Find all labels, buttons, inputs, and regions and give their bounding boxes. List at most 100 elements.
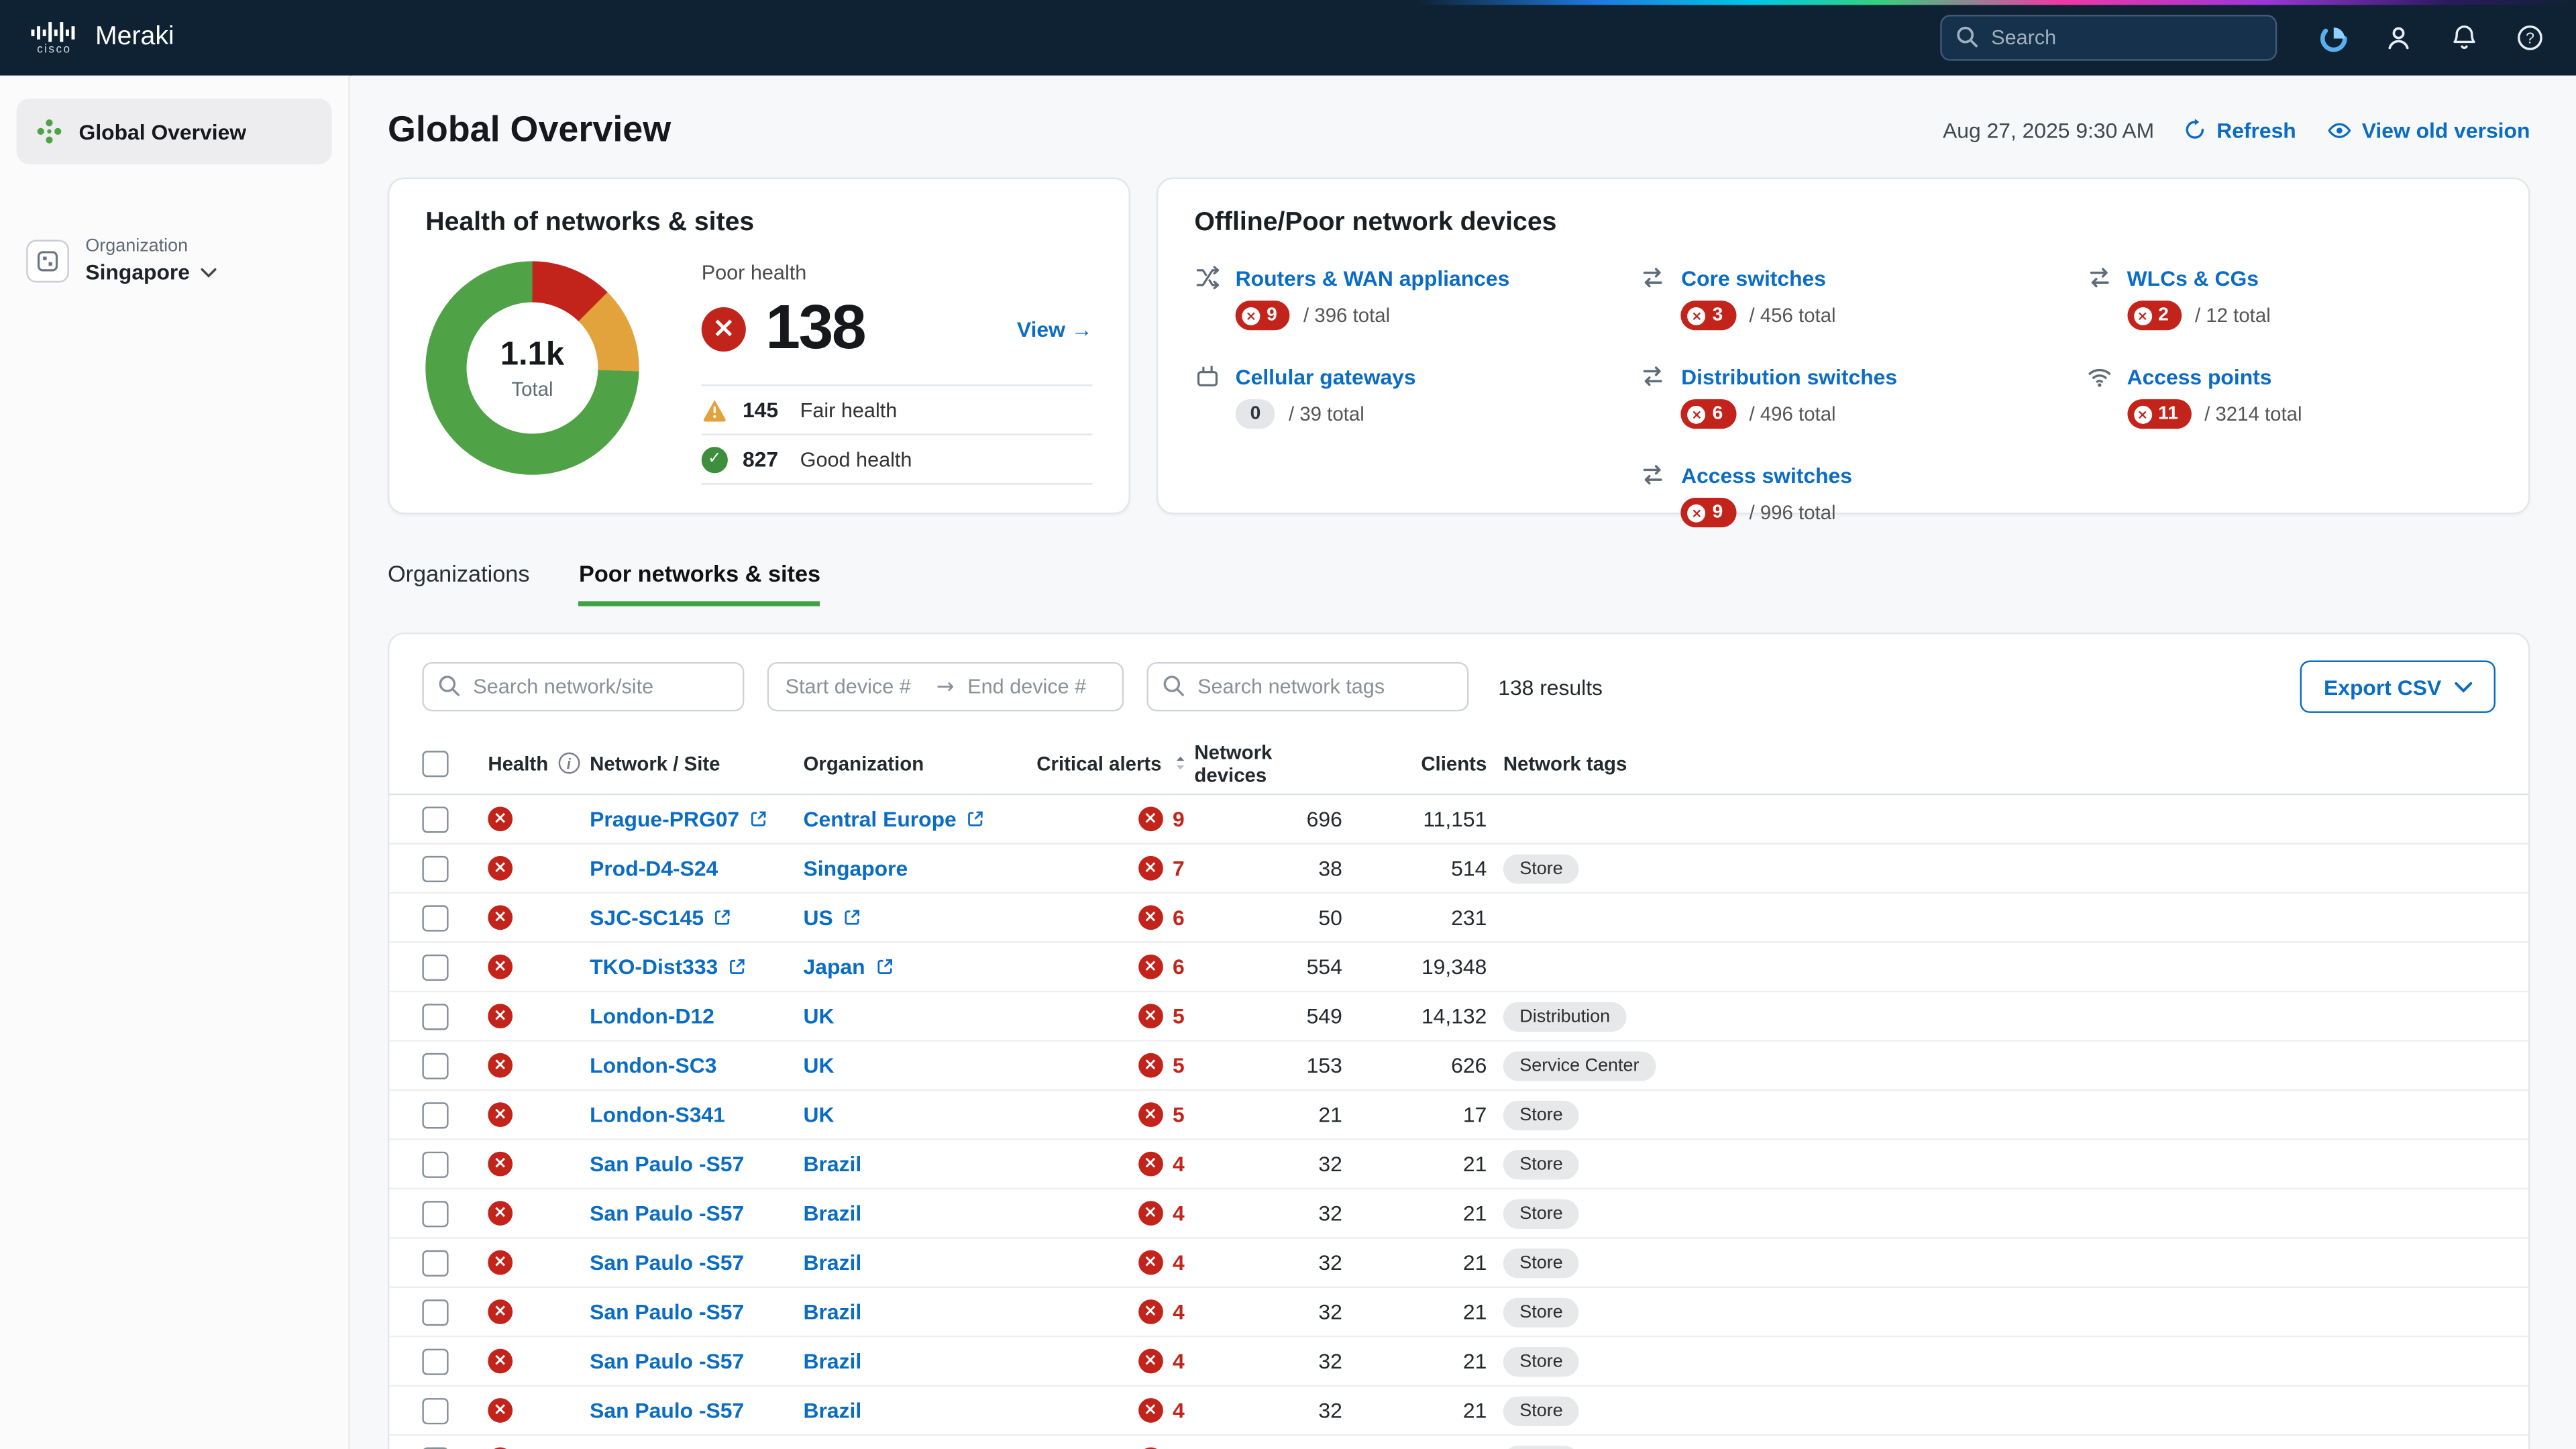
network-link[interactable]: San Paulo -S57	[590, 1349, 744, 1374]
network-link[interactable]: San Paulo -S57	[590, 1201, 744, 1226]
row-checkbox[interactable]	[422, 904, 448, 930]
organization-link[interactable]: Central Europe	[804, 806, 957, 831]
network-link[interactable]: London-D12	[590, 1004, 714, 1028]
row-checkbox[interactable]	[422, 1446, 448, 1449]
organization-selector[interactable]: Organization Singapore	[16, 237, 331, 284]
organization-link[interactable]: Brazil	[804, 1201, 862, 1226]
export-csv-button[interactable]: Export CSV	[2301, 660, 2496, 712]
organization-link[interactable]: UK	[804, 1053, 835, 1078]
chevron-down-icon	[200, 267, 216, 277]
device-category-link[interactable]: WLCs & CGs	[2127, 266, 2259, 290]
network-link[interactable]: TKO-Dist333	[590, 955, 718, 979]
network-link[interactable]: London-SC3	[590, 1053, 716, 1078]
row-checkbox[interactable]	[422, 1397, 448, 1424]
row-checkbox[interactable]	[422, 1299, 448, 1325]
poor-health-icon: ×	[488, 1250, 513, 1275]
offline-devices-title: Offline/Poor network devices	[1194, 209, 2492, 238]
row-checkbox[interactable]	[422, 1151, 448, 1177]
device-total: / 496 total	[1750, 402, 1836, 425]
organization-link[interactable]: UK	[804, 1102, 835, 1127]
critical-alert-count: 6	[1173, 905, 1185, 930]
row-checkbox[interactable]	[422, 1200, 448, 1226]
notifications-bell-icon[interactable]	[2448, 21, 2481, 54]
start-device-input[interactable]	[786, 676, 924, 698]
device-category-link[interactable]: Access points	[2127, 364, 2272, 388]
network-link[interactable]: Prague-PRG07	[590, 806, 739, 831]
health-card: Health of networks & sites 1.1k Total Po…	[388, 177, 1130, 514]
table-row: × TKO-Dist333 Japan ×6 554 19,348	[389, 943, 2528, 992]
network-tag: Store	[1503, 1248, 1579, 1277]
fair-health-count: 145	[743, 398, 786, 423]
organization-link[interactable]: Brazil	[804, 1299, 862, 1324]
device-category-link[interactable]: Core switches	[1681, 266, 1826, 290]
device-count-badge: ×9	[1681, 498, 1736, 527]
search-network-input[interactable]	[422, 662, 744, 711]
network-link[interactable]: Prod-D4-S24	[590, 856, 718, 881]
info-icon[interactable]: i	[558, 753, 580, 774]
network-link[interactable]: San Paulo -S57	[590, 1152, 744, 1177]
topbar: cisco Meraki ?	[0, 0, 2576, 76]
poor-health-icon: ×	[488, 1053, 513, 1078]
sort-icon[interactable]	[1171, 753, 1189, 774]
network-search	[422, 662, 744, 711]
network-link[interactable]: SJC-SC145	[590, 905, 704, 930]
clients-count: 21	[1358, 1152, 1503, 1177]
row-checkbox[interactable]	[422, 1348, 448, 1374]
device-total: / 396 total	[1303, 304, 1390, 327]
brand-name: Meraki	[95, 23, 174, 52]
network-devices-count: 554	[1194, 955, 1358, 979]
health-donut-chart: 1.1k Total	[425, 261, 639, 474]
user-icon[interactable]	[2382, 21, 2415, 54]
row-checkbox[interactable]	[422, 1102, 448, 1128]
organization-link[interactable]: Brazil	[804, 1349, 862, 1374]
end-device-input[interactable]	[967, 676, 1106, 698]
network-link[interactable]: San Paulo -S57	[590, 1299, 744, 1324]
external-link-icon	[714, 908, 732, 926]
organization-link[interactable]: Brazil	[804, 1398, 862, 1423]
select-all-checkbox[interactable]	[422, 750, 448, 776]
tab-organizations[interactable]: Organizations	[388, 560, 530, 606]
fair-health-label: Fair health	[800, 398, 898, 421]
sidebar-item-global-overview[interactable]: Global Overview	[16, 99, 331, 164]
table-row: × San Paulo -S57 Brazil ×4 32 21 Store	[389, 1140, 2528, 1189]
critical-alert-count: 5	[1173, 1004, 1185, 1028]
svg-text:?: ?	[2526, 30, 2534, 47]
search-tags-input[interactable]	[1146, 662, 1468, 711]
device-category: Routers & WAN appliances ×9 / 396 total	[1194, 264, 1601, 330]
poor-health-icon: ×	[488, 856, 513, 881]
refresh-icon	[2184, 118, 2206, 141]
organization-link[interactable]: Brazil	[804, 1152, 862, 1177]
device-category-link[interactable]: Cellular gateways	[1236, 364, 1416, 388]
tab-poor-networks-sites[interactable]: Poor networks & sites	[579, 560, 820, 606]
row-checkbox[interactable]	[422, 806, 448, 832]
critical-alert-count: 4	[1173, 1349, 1185, 1374]
network-devices-count: 696	[1194, 806, 1358, 831]
critical-alert-count: 4	[1173, 1398, 1185, 1423]
device-category-link[interactable]: Routers & WAN appliances	[1236, 266, 1510, 290]
help-icon[interactable]: ?	[2514, 21, 2546, 54]
export-csv-label: Export CSV	[2324, 674, 2441, 699]
view-old-version-link[interactable]: View old version	[2326, 117, 2530, 142]
row-checkbox[interactable]	[422, 1249, 448, 1275]
network-link[interactable]: San Paulo -S57	[590, 1250, 744, 1275]
organization-link[interactable]: UK	[804, 1004, 835, 1028]
row-checkbox[interactable]	[422, 954, 448, 980]
view-link[interactable]: View →	[1017, 317, 1093, 342]
row-checkbox[interactable]	[422, 855, 448, 881]
search-input[interactable]	[1940, 15, 2277, 61]
organization-link[interactable]: US	[804, 905, 833, 930]
row-checkbox[interactable]	[422, 1003, 448, 1029]
device-category-link[interactable]: Access switches	[1681, 462, 1852, 487]
device-category-link[interactable]: Distribution switches	[1681, 364, 1897, 388]
network-tags-cell: Store	[1503, 1297, 2496, 1326]
network-link[interactable]: San Paulo -S57	[590, 1398, 744, 1423]
organization-link[interactable]: Japan	[804, 955, 865, 979]
network-link[interactable]: London-S341	[590, 1102, 725, 1127]
organization-link[interactable]: Brazil	[804, 1250, 862, 1275]
refresh-button[interactable]: Refresh	[2184, 117, 2296, 142]
usage-chart-icon[interactable]	[2316, 21, 2349, 54]
network-tag: Store	[1503, 1346, 1579, 1376]
network-tag: Distribution	[1503, 1002, 1627, 1031]
row-checkbox[interactable]	[422, 1053, 448, 1079]
organization-link[interactable]: Singapore	[804, 856, 908, 881]
